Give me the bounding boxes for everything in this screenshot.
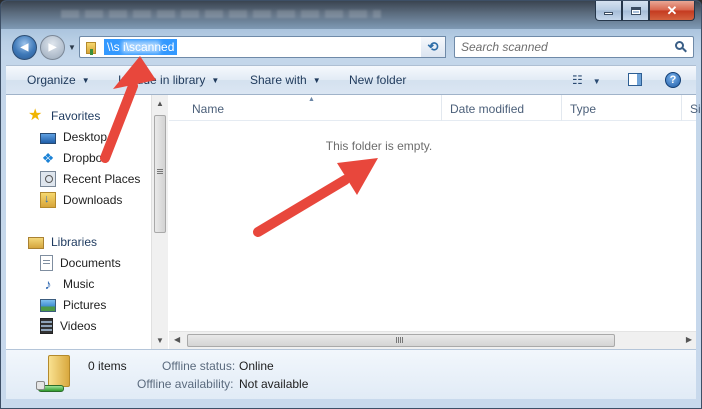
command-bar: Organize ▼ Include in library ▼ Share with… [6, 65, 696, 95]
maximize-button[interactable] [622, 1, 649, 21]
sidebar-item-pictures[interactable]: Pictures [40, 296, 106, 314]
column-headers: Name ▲ Date modified Type Si [169, 95, 701, 121]
column-header-label: Si [690, 102, 701, 116]
sidebar-item-documents[interactable]: Documents [40, 254, 121, 272]
include-in-library-label: Include in library [118, 73, 206, 87]
forward-arrow-icon: ▶ [48, 42, 57, 53]
sidebar-item-favorites[interactable]: ★ Favorites [28, 107, 100, 125]
offline-status-label: Offline status: [162, 359, 236, 373]
column-header-date-modified[interactable]: Date modified [442, 95, 562, 121]
scroll-down-icon[interactable]: ▼ [156, 336, 164, 345]
offline-folder-icon [36, 355, 76, 395]
dropbox-icon: ❖ [41, 150, 55, 166]
offline-availability-label: Offline availability: [137, 377, 234, 391]
sidebar-item-desktop[interactable]: Desktop [40, 128, 107, 146]
minimize-button[interactable] [595, 1, 622, 21]
sort-ascending-icon: ▲ [308, 96, 315, 103]
minimize-icon [604, 12, 613, 15]
column-header-size[interactable]: Si [682, 95, 701, 121]
search-icon[interactable] [675, 41, 687, 53]
caption-buttons: ✕ [595, 1, 695, 21]
organize-label: Organize [27, 73, 76, 87]
refresh-button[interactable]: ⟲ [421, 36, 446, 58]
new-folder-label: New folder [349, 73, 407, 87]
preview-pane-button[interactable] [628, 73, 642, 86]
chevron-down-icon: ▼ [211, 76, 220, 85]
organize-button[interactable]: Organize ▼ [27, 73, 90, 87]
sidebar-item-label: Favorites [51, 109, 101, 123]
help-button[interactable]: ? [665, 72, 681, 88]
refresh-icon: ⟲ [427, 39, 439, 54]
sidebar-item-videos[interactable]: Videos [40, 317, 96, 335]
sidebar-item-label: Videos [60, 319, 97, 333]
forward-button[interactable]: ▶ [40, 35, 65, 60]
offline-status-value: Online [239, 359, 274, 373]
sidebar-item-label: Documents [60, 256, 121, 270]
navigation-bar: ◀ ▶ ▼ \\s i\scanned ▼ ⟲ Search scanned [1, 30, 701, 63]
close-button[interactable]: ✕ [649, 1, 695, 21]
views-icon: ☷ [572, 73, 583, 87]
close-icon: ✕ [666, 2, 678, 18]
sidebar-item-recent-places[interactable]: Recent Places [40, 170, 140, 188]
navigation-pane-scrollbar[interactable]: ▲ ▼ [151, 95, 168, 349]
details-pane: 0 items Offline status: Online Offline a… [6, 349, 696, 399]
offline-availability-value: Not available [239, 377, 309, 391]
scroll-left-icon[interactable]: ◀ [174, 335, 180, 344]
back-button[interactable]: ◀ [12, 35, 37, 60]
scrollbar-grip [396, 337, 404, 343]
sidebar-item-downloads[interactable]: Downloads [40, 191, 122, 209]
explorer-window: ✕ ◀ ▶ ▼ \\s i\scanned ▼ ⟲ Search scanned… [0, 0, 702, 409]
search-input[interactable]: Search scanned [461, 40, 548, 54]
recent-pages-dropdown[interactable]: ▼ [68, 43, 76, 52]
share-with-label: Share with [250, 73, 307, 87]
column-header-label: Date modified [450, 102, 525, 116]
navigation-pane: ★ Favorites Desktop ❖ Dropbox Recent Pla… [6, 95, 151, 349]
item-count: 0 items [88, 359, 127, 373]
search-box[interactable]: Search scanned [454, 36, 694, 58]
downloads-icon [40, 192, 56, 208]
column-header-label: Type [570, 102, 597, 116]
chevron-down-icon: ▼ [312, 76, 321, 85]
scrollbar-grip [157, 169, 163, 175]
new-folder-button[interactable]: New folder [349, 73, 406, 87]
sidebar-item-label: Desktop [63, 130, 108, 144]
blurred-title-text [61, 10, 381, 18]
sidebar-item-libraries[interactable]: Libraries [28, 233, 97, 251]
column-header-type[interactable]: Type [562, 95, 682, 121]
network-folder-icon [84, 39, 98, 55]
maximize-icon [630, 6, 641, 15]
sidebar-item-music[interactable]: ♪ Music [40, 275, 95, 293]
favorites-star-icon: ★ [28, 107, 43, 124]
sidebar-item-label: Music [63, 277, 95, 291]
desktop-icon [40, 132, 56, 144]
help-icon: ? [669, 74, 677, 86]
redacted-server-name [122, 41, 160, 53]
sidebar-item-label: Downloads [63, 193, 123, 207]
content-area: ★ Favorites Desktop ❖ Dropbox Recent Pla… [6, 95, 701, 349]
sidebar-item-label: Libraries [51, 235, 98, 249]
share-with-button[interactable]: Share with ▼ [250, 73, 321, 87]
back-arrow-icon: ◀ [20, 42, 29, 53]
pictures-icon [40, 299, 56, 312]
libraries-icon [28, 237, 44, 249]
address-bar[interactable]: \\s i\scanned ▼ [79, 36, 446, 58]
music-icon: ♪ [44, 276, 52, 292]
videos-icon [40, 318, 53, 334]
scroll-right-icon[interactable]: ▶ [686, 335, 692, 344]
sidebar-item-label: Recent Places [63, 172, 141, 186]
change-view-button[interactable]: ☷ ▼ [572, 73, 601, 87]
recent-places-icon [40, 171, 56, 187]
file-list-pane[interactable]: Name ▲ Date modified Type Si This folder… [169, 95, 701, 349]
sidebar-item-label: Dropbox [63, 151, 109, 165]
include-in-library-button[interactable]: Include in library ▼ [118, 73, 219, 87]
chevron-down-icon: ▼ [81, 76, 90, 85]
column-header-label: Name [192, 102, 225, 116]
documents-icon [40, 255, 53, 271]
sidebar-item-dropbox[interactable]: ❖ Dropbox [40, 149, 109, 167]
empty-folder-message: This folder is empty. [325, 139, 433, 153]
chevron-down-icon: ▼ [592, 77, 601, 86]
file-list-horizontal-scrollbar[interactable]: ◀ ▶ [169, 331, 696, 349]
scroll-up-icon[interactable]: ▲ [156, 99, 164, 108]
sidebar-item-label: Pictures [63, 298, 107, 312]
